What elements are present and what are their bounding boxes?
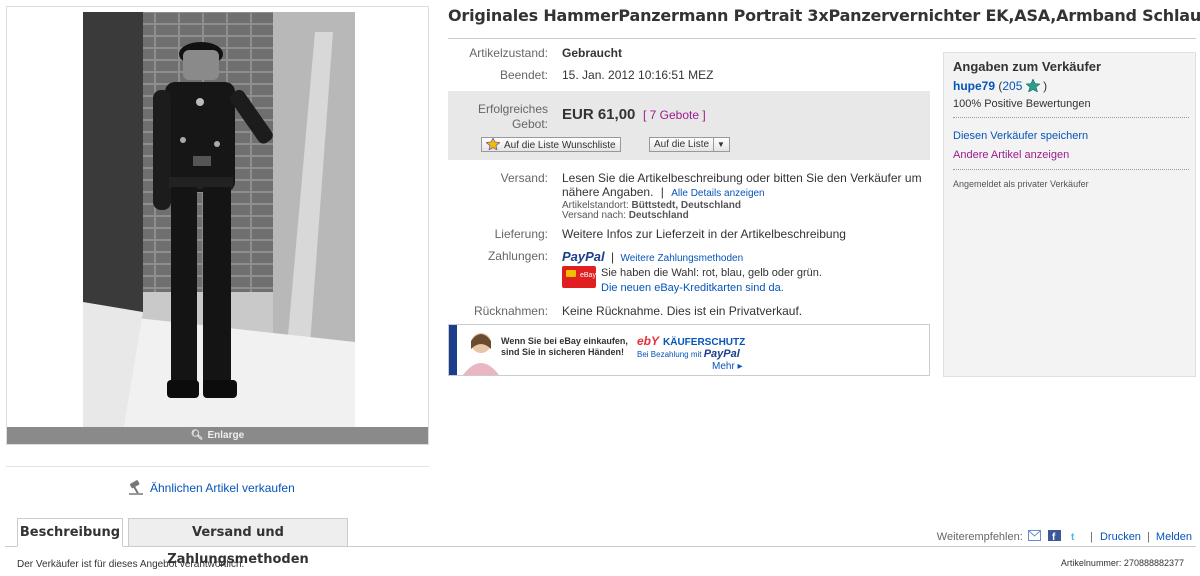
separator: | bbox=[611, 250, 615, 264]
dropdown-arrow-icon: ▼ bbox=[713, 138, 725, 151]
positive-feedback: 100% Positive Bewertungen bbox=[953, 98, 1091, 110]
zoom-icon: 🔍︎ bbox=[190, 430, 204, 441]
wishlist-button-label: Auf die Liste Wunschliste bbox=[504, 140, 616, 151]
shipping-text-line1: Lesen Sie die Artikelbeschreibung oder b… bbox=[562, 171, 922, 185]
seller-responsibility-note: Der Verkäufer ist für dieses Angebot ver… bbox=[17, 559, 245, 570]
more-link[interactable]: Mehr ▸ bbox=[712, 361, 743, 372]
ships-to-label: Versand nach: bbox=[562, 210, 626, 221]
buyer-protection-title: ebY KÄUFERSCHUTZ bbox=[637, 334, 745, 348]
seller-name-link[interactable]: hupe79 bbox=[953, 79, 995, 93]
card-promo-text: Sie haben die Wahl: rot, blau, gelb oder… bbox=[601, 267, 822, 279]
winning-bid-label-line1: Erfolgreiches bbox=[478, 102, 549, 116]
item-image-panel: 🔍︎ Enlarge bbox=[6, 6, 429, 445]
tab-description[interactable]: Beschreibung bbox=[17, 518, 123, 547]
banner-accent-strip bbox=[449, 325, 457, 375]
tab-shipping-payment[interactable]: Versand und Zahlungsmethoden bbox=[128, 518, 348, 567]
item-title: Originales HammerPanzermann Portrait 3xP… bbox=[448, 6, 1200, 25]
shipping-label: Versand: bbox=[500, 171, 548, 185]
bid-count-link[interactable]: [ 7 Gebote ] bbox=[643, 108, 706, 122]
item-photo[interactable] bbox=[83, 12, 355, 432]
seller-info-box: Angaben zum Verkäufer hupe79 (205 ) 100%… bbox=[943, 52, 1196, 377]
twitter-icon[interactable]: t bbox=[1067, 530, 1081, 541]
email-icon[interactable] bbox=[1027, 530, 1041, 541]
other-items-link[interactable]: Andere Artikel anzeigen bbox=[953, 149, 1069, 161]
ended-label: Beendet: bbox=[499, 68, 548, 82]
card-promo-link[interactable]: Die neuen eBay-Kreditkarten sind da. bbox=[601, 282, 784, 294]
divider bbox=[448, 38, 1196, 39]
portrait-photo-illustration bbox=[83, 12, 355, 432]
share-bar: Weiterempfehlen: f t | Drucken | Melden bbox=[937, 530, 1192, 543]
private-seller-note: Angemeldet als privater Verkäufer bbox=[953, 179, 1089, 189]
enlarge-label: Enlarge bbox=[207, 430, 245, 441]
seller-heading: Angaben zum Verkäufer bbox=[953, 59, 1102, 74]
ended-value: 15. Jan. 2012 10:16:51 MEZ bbox=[562, 68, 714, 82]
paypal-logo: PayPal bbox=[703, 348, 740, 360]
pay-with-paypal: Bei Bezahlung mit PayPal bbox=[637, 348, 740, 360]
wishlist-star-icon bbox=[486, 138, 500, 150]
delivery-label: Lieferung: bbox=[494, 227, 548, 241]
feedback-star-icon bbox=[1024, 78, 1041, 93]
banner-text: Wenn Sie bei eBay einkaufen, sind Sie in… bbox=[501, 336, 628, 358]
facebook-icon[interactable]: f bbox=[1047, 530, 1061, 541]
dotted-divider bbox=[953, 117, 1189, 118]
shipping-value: Lesen Sie die Artikelbeschreibung oder b… bbox=[562, 171, 922, 221]
returns-label: Rücknahmen: bbox=[473, 304, 548, 318]
separator: | bbox=[1147, 531, 1150, 543]
delivery-value: Weitere Infos zur Lieferzeit in der Arti… bbox=[562, 227, 846, 241]
ships-to-value: Deutschland bbox=[628, 210, 689, 221]
support-agent-image bbox=[463, 333, 499, 375]
enlarge-button[interactable]: 🔍︎ Enlarge bbox=[7, 427, 428, 444]
pay-with-text: Bei Bezahlung mit bbox=[637, 350, 702, 359]
condition-value: Gebraucht bbox=[562, 46, 623, 60]
paypal-logo: PayPal bbox=[562, 249, 605, 264]
payment-label: Zahlungen: bbox=[487, 249, 548, 263]
dotted-divider bbox=[953, 169, 1189, 170]
share-label: Weiterempfehlen: bbox=[936, 531, 1023, 543]
sell-similar-label[interactable]: Ähnlichen Artikel verkaufen bbox=[150, 481, 295, 495]
save-seller-link[interactable]: Diesen Verkäufer speichern bbox=[953, 130, 1088, 142]
item-number: Artikelnummer: 270888882377 bbox=[1060, 558, 1184, 568]
gavel-icon bbox=[129, 480, 143, 495]
condition-label: Artikelzustand: bbox=[469, 46, 548, 60]
shipping-details-link[interactable]: Alle Details anzeigen bbox=[671, 188, 764, 199]
feedback-score-close: ) bbox=[1043, 79, 1048, 93]
tabs-divider bbox=[5, 546, 1196, 547]
add-to-list-dropdown[interactable]: Auf die Liste ▼ bbox=[649, 137, 730, 152]
payment-value: PayPal | Weitere Zahlungsmethoden bbox=[562, 249, 743, 264]
buyer-protection-label: KÄUFERSCHUTZ bbox=[663, 337, 746, 348]
buyer-protection-banner[interactable]: Wenn Sie bei eBay einkaufen, sind Sie in… bbox=[448, 324, 930, 376]
list-button-label: Auf die Liste bbox=[654, 139, 710, 150]
add-to-wishlist-button[interactable]: Auf die Liste Wunschliste bbox=[481, 137, 621, 152]
credit-card-icon: eBay bbox=[562, 266, 596, 288]
price: EUR 61,00 bbox=[562, 106, 636, 123]
svg-text:eBay: eBay bbox=[580, 272, 596, 279]
returns-value: Keine Rücknahme. Dies ist ein Privatverk… bbox=[562, 304, 803, 318]
separator: | bbox=[1090, 531, 1093, 543]
separator: | bbox=[660, 185, 664, 199]
winning-bid-label-line2: Gebot: bbox=[511, 117, 548, 131]
more-payment-methods-link[interactable]: Weitere Zahlungsmethoden bbox=[620, 253, 743, 264]
banner-text-line1: Wenn Sie bei eBay einkaufen, bbox=[501, 336, 628, 346]
sell-similar-link[interactable]: Ähnlichen Artikel verkaufen bbox=[128, 478, 295, 496]
winning-bid-label: Erfolgreiches Gebot: bbox=[478, 102, 548, 132]
ebay-logo: ebY bbox=[637, 334, 660, 348]
shipping-text-line2: nähere Angaben. bbox=[562, 185, 654, 199]
report-link[interactable]: Melden bbox=[1156, 531, 1192, 543]
banner-text-line2: sind Sie in sicheren Händen! bbox=[501, 347, 625, 357]
divider bbox=[6, 466, 429, 467]
bid-box: Erfolgreiches Gebot: EUR 61,00 [ 7 Gebot… bbox=[448, 91, 930, 160]
print-link[interactable]: Drucken bbox=[1100, 531, 1141, 543]
feedback-score-link[interactable]: 205 bbox=[1002, 79, 1022, 93]
seller-name-row: hupe79 (205 ) bbox=[953, 78, 1048, 93]
